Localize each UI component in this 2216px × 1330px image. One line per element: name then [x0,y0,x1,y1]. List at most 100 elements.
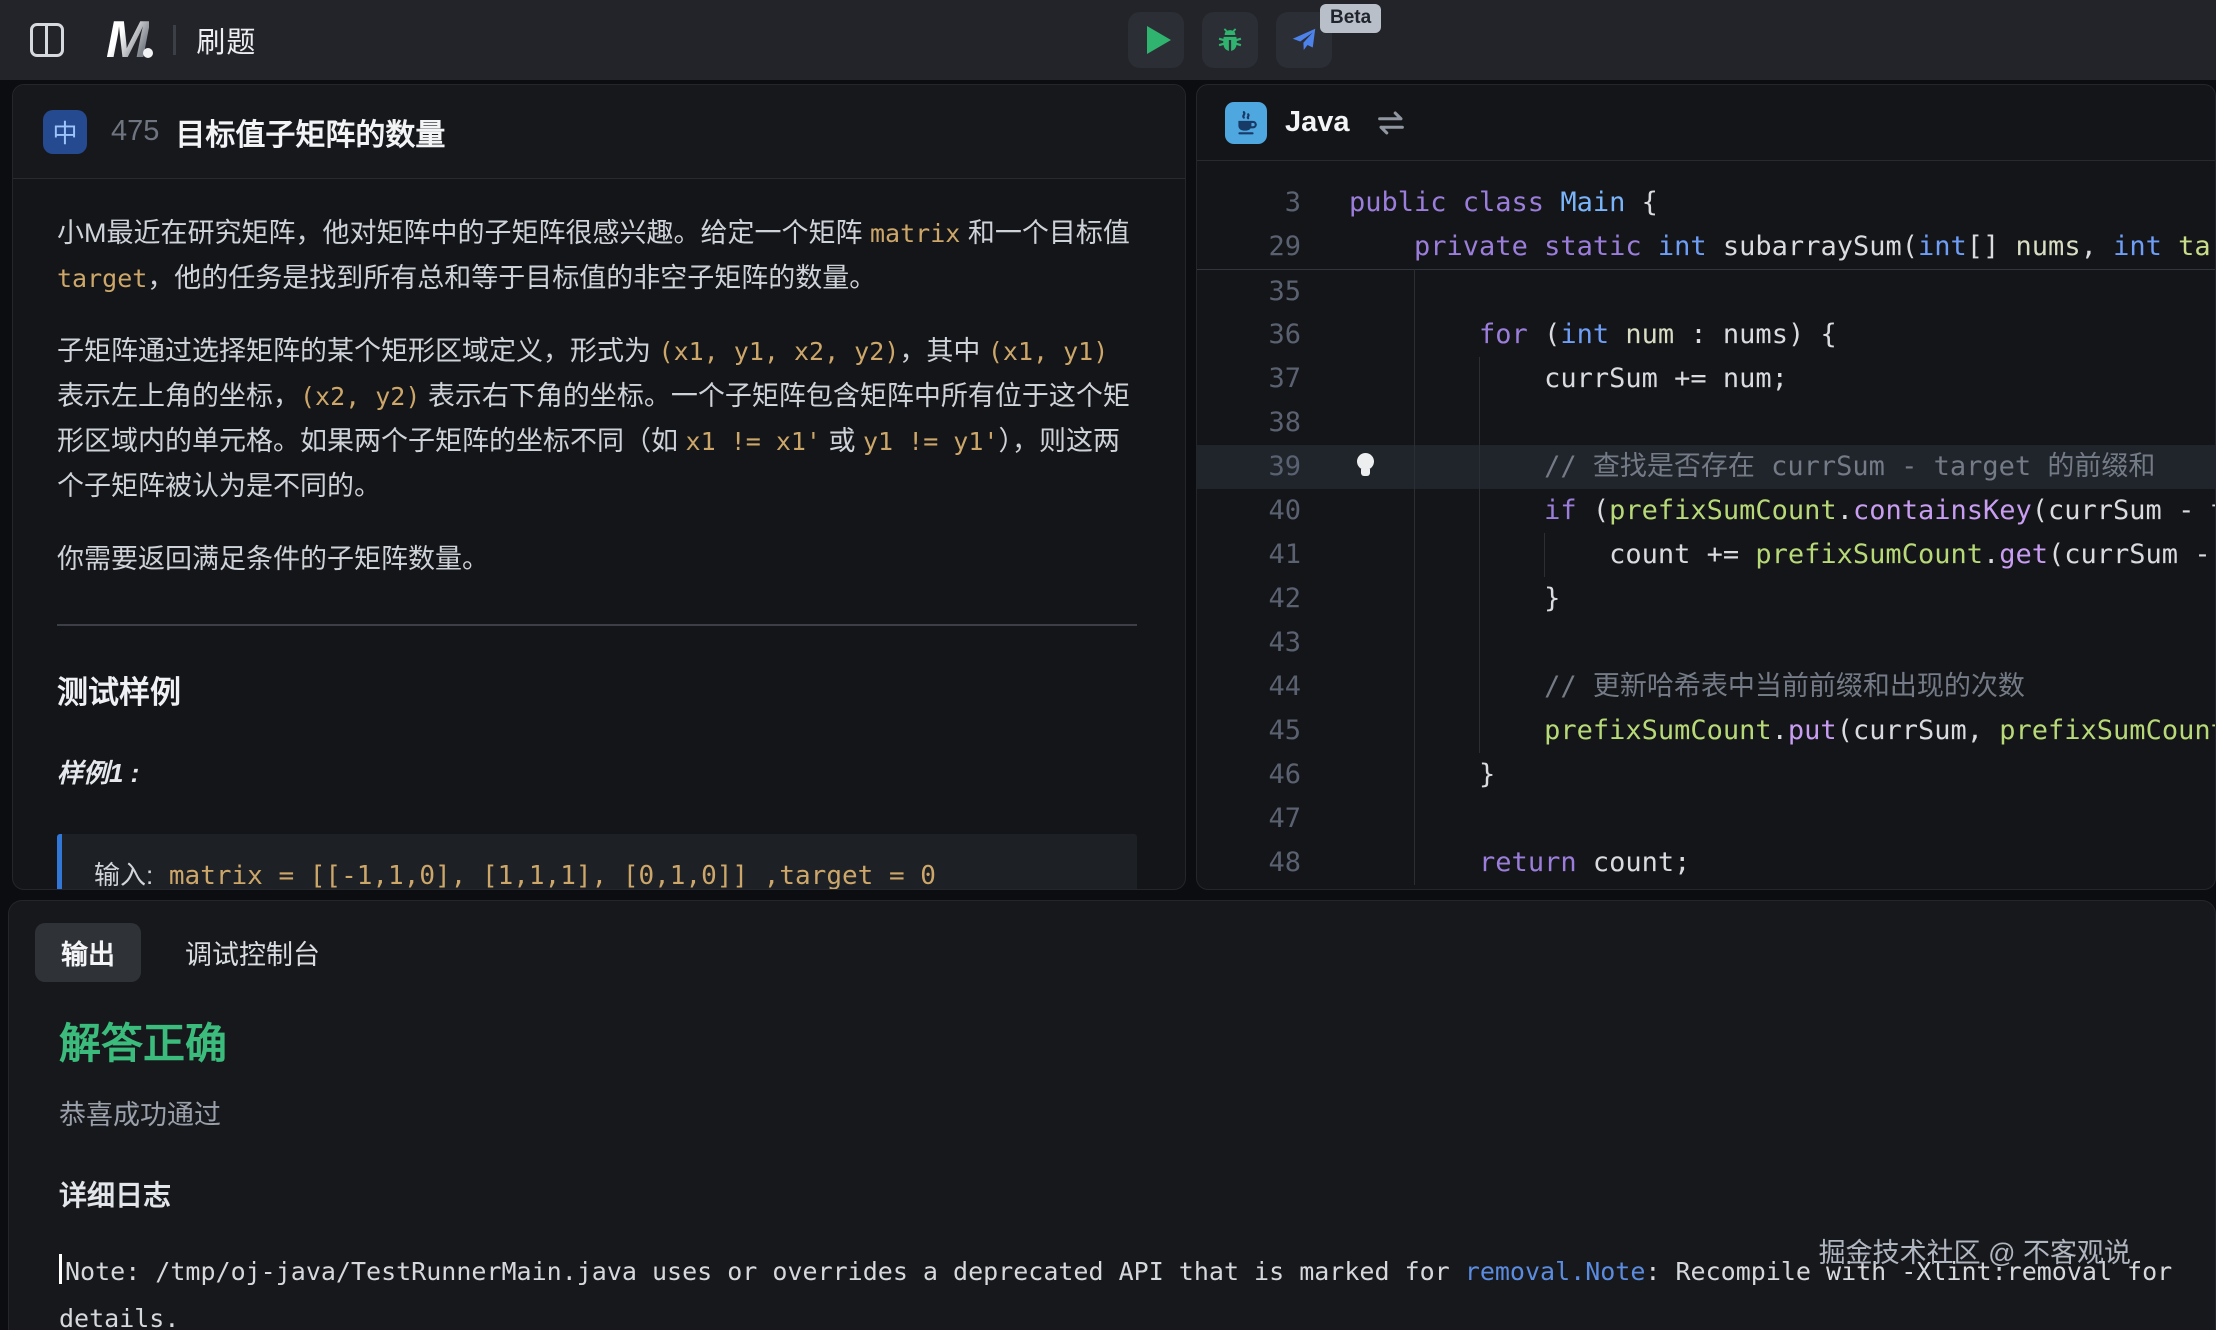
code-token: Main [1560,187,1625,218]
inline-code: target [57,264,147,293]
paragraph-text: 小M最近在研究矩阵，他对矩阵中的子矩阵很感兴趣。给定一个矩阵 [57,218,870,248]
indent-guide [1479,357,1480,753]
line-number: 29 [1197,225,1301,269]
code-line[interactable]: 41 count += prefixSumCount.get(currSum -… [1197,533,2215,577]
indent-guide [1544,533,1545,577]
inline-code: (x1, y1, x2, y2) [659,337,900,366]
line-number: 48 [1197,841,1301,885]
inline-code: (x1, y1) [988,337,1108,366]
top-bar: M 刷题 Beta [0,0,2216,80]
code-line[interactable]: 3public class Main { [1197,181,2215,225]
log-link[interactable]: removal.Note [1465,1257,1646,1286]
code-token: , [2081,231,2114,262]
sample-code-block: 输入: matrix = [[-1,1,0], [1,1,1], [0,1,0]… [57,834,1137,890]
difficulty-badge: 中 [43,110,87,154]
log-heading: 详细日志 [59,1174,2215,1214]
code-token: count += [1349,539,1755,570]
code-token: int [1658,231,1707,262]
output-panel: 输出 调试控制台 解答正确 恭喜成功通过 详细日志 Note: /tmp/oj-… [8,900,2216,1330]
problem-paragraph: 子矩阵通过选择矩阵的某个矩形区域定义，形式为 (x1, y1, x2, y2)，… [57,329,1137,509]
run-button[interactable] [1128,12,1184,68]
sample-heading: 测试样例 [57,670,1137,715]
code-line[interactable]: 29 private static int subarraySum(int[] … [1197,225,2215,269]
code-token: ( [1577,495,1610,526]
code-token: . [1837,495,1853,526]
code-line[interactable]: 43 [1197,621,2215,665]
line-number: 35 [1197,270,1301,313]
code-token: private static [1414,231,1658,262]
code-token: for [1479,319,1528,350]
code-line[interactable]: 40 if (prefixSumCount.containsKey(currSu… [1197,489,2215,533]
paragraph-text: 表示左上角的坐标， [57,381,300,411]
code-line[interactable]: 36 for (int num : nums) { [1197,313,2215,357]
sample-label: 样例1 : [57,751,1137,796]
problem-panel: 中 475 目标值子矩阵的数量 小M最近在研究矩阵，他对矩阵中的子矩阵很感兴趣。… [12,84,1186,890]
problem-title: 目标值子矩阵的数量 [175,110,445,154]
line-number: 45 [1197,709,1301,753]
inline-code: y1 != y1' [863,427,998,456]
output-tabs: 输出 调试控制台 [35,923,2215,982]
code-line[interactable]: 35 [1197,269,2215,313]
line-number: 43 [1197,621,1301,665]
code-token: } [1349,759,1495,790]
code-line-text: return count; [1349,841,1690,885]
line-number: 46 [1197,753,1301,797]
play-icon [1147,26,1171,54]
code-line[interactable]: 48 return count; [1197,841,2215,885]
java-icon [1225,102,1267,144]
code-token: prefixSumCount [1999,715,2216,746]
code-token: public class [1349,187,1560,218]
code-token: . [1983,539,1999,570]
line-number: 36 [1197,313,1301,357]
code-token: int [2113,231,2162,262]
code-line[interactable]: 42 } [1197,577,2215,621]
code-token: get [1999,539,2048,570]
problem-paragraphs: 小M最近在研究矩阵，他对矩阵中的子矩阵很感兴趣。给定一个矩阵 matrix 和一… [57,211,1137,582]
app-logo[interactable]: M [106,14,149,66]
debug-button[interactable] [1202,12,1258,68]
tab-output[interactable]: 输出 [35,923,141,982]
code-token: prefixSumCount [1544,715,1772,746]
toolbar-buttons [1128,12,1332,68]
code-line-text: } [1349,577,1560,621]
code-token: containsKey [1853,495,2032,526]
code-token: } [1349,583,1560,614]
paragraph-text: ，其中 [899,336,988,366]
code-line[interactable]: 44 // 更新哈希表中当前前缀和出现的次数 [1197,665,2215,709]
code-editor[interactable]: 3public class Main {29 private static in… [1197,161,2215,885]
code-lines: 3public class Main {29 private static in… [1197,181,2215,885]
result-subtitle: 恭喜成功通过 [59,1093,2215,1132]
sample-line-label: 输入: [94,860,153,890]
code-line[interactable]: 39 // 查找是否存在 currSum - target 的前缀和 [1197,445,2215,489]
code-token: nums [2016,231,2081,262]
line-number: 39 [1197,445,1301,489]
line-number: 41 [1197,533,1301,577]
topbar-divider [173,25,176,55]
watermark: 掘金技术社区 @ 不客观说 [1819,1231,2131,1270]
code-token: (currSum, [1837,715,2000,746]
problem-body: 小M最近在研究矩阵，他对矩阵中的子矩阵很感兴趣。给定一个矩阵 matrix 和一… [13,179,1185,890]
paper-plane-icon [1289,25,1319,55]
code-token: targe [2162,231,2216,262]
problem-paragraph: 小M最近在研究矩阵，他对矩阵中的子矩阵很感兴趣。给定一个矩阵 matrix 和一… [57,211,1137,301]
code-line-text: } [1349,753,1495,797]
code-line[interactable]: 45 prefixSumCount.put(currSum, prefixSum… [1197,709,2215,753]
result-title: 解答正确 [59,1010,2215,1071]
tab-debug-console[interactable]: 调试控制台 [185,933,320,972]
code-line[interactable]: 46 } [1197,753,2215,797]
paragraph-text: 子矩阵通过选择矩阵的某个矩形区域定义，形式为 [57,336,659,366]
switch-language-icon[interactable] [1374,108,1408,138]
code-line[interactable]: 38 [1197,401,2215,445]
code-token: count; [1577,847,1691,878]
problem-id: 475 [111,115,159,148]
code-editor-panel: Java 3public class Main {29 private stat… [1196,84,2216,890]
output-content: 解答正确 恭喜成功通过 详细日志 Note: /tmp/oj-java/Test… [9,1010,2215,1330]
code-line[interactable]: 47 [1197,797,2215,841]
code-line[interactable]: 37 currSum += num; [1197,357,2215,401]
lightbulb-icon[interactable] [1357,453,1374,470]
sidebar-toggle-icon[interactable] [30,23,64,57]
code-token [1349,231,1414,262]
code-token: // 更新哈希表中当前前缀和出现的次数 [1349,671,2025,702]
code-token: : nums) { [1674,319,1837,350]
code-token: (currSum - tar [2032,495,2216,526]
